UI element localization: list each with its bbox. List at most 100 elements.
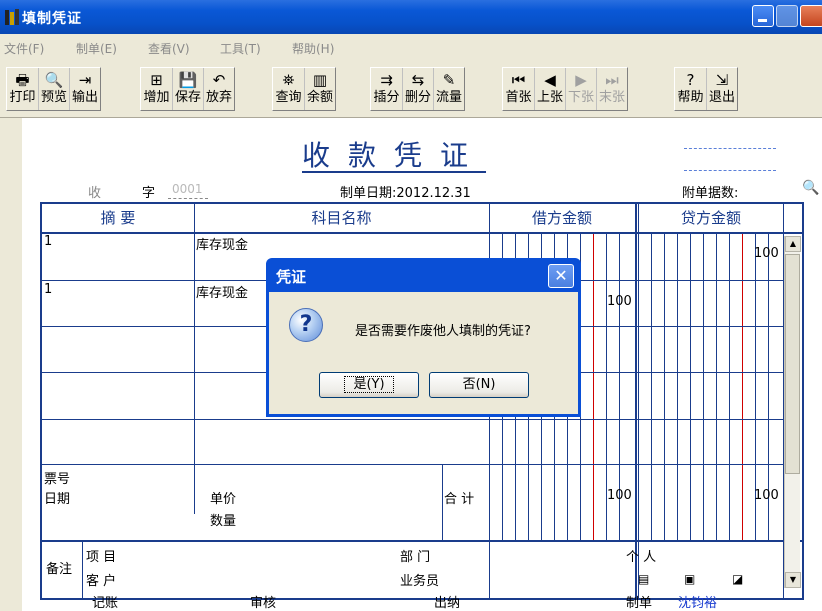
toolbar-button-label: 上张 xyxy=(536,90,563,105)
header-credit: 贷方金额 xyxy=(680,209,741,227)
toolbar-button-label: 增加 xyxy=(143,90,170,105)
close-button[interactable] xyxy=(800,5,822,27)
help-icon: ? xyxy=(686,71,695,89)
toolbar-button-label: 输出 xyxy=(71,90,98,105)
toolbar-button-label: 插分 xyxy=(373,90,400,105)
row1-account[interactable]: 库存现金 xyxy=(196,234,248,253)
toolbar-button[interactable]: ↶ 放弃 xyxy=(203,68,234,110)
toolbar-button[interactable]: ⏮ 首张 xyxy=(503,68,534,110)
title-bar: 填制凭证 xyxy=(0,0,822,34)
cashier-label: 出纳 xyxy=(434,596,461,611)
minimize-button[interactable] xyxy=(752,5,774,27)
header-account: 科目名称 xyxy=(311,209,372,227)
date-field-label: 日期 xyxy=(44,492,71,507)
toolbar-button-label: 流量 xyxy=(435,90,462,105)
confirm-dialog: 凭证 ✕ ? 是否需要作废他人填制的凭证? 是(Y) 否(N) xyxy=(266,258,581,417)
voucher-date[interactable]: 制单日期:2012.12.31 xyxy=(340,182,471,201)
toolbar-button[interactable]: ⛯ 查询 xyxy=(273,68,304,110)
search-icon[interactable]: 🔍 xyxy=(802,180,819,196)
voucher-type-prefix[interactable]: 收 xyxy=(88,182,101,201)
department-label: 部 门 xyxy=(400,550,431,565)
menu-view[interactable]: 查看(V) xyxy=(148,40,190,57)
toolbar-button[interactable]: ✎ 流量 xyxy=(433,68,464,110)
no-button[interactable]: 否(N) xyxy=(429,372,529,398)
scroll-thumb[interactable] xyxy=(785,254,800,474)
dashed-line xyxy=(684,170,776,171)
question-icon: ? xyxy=(289,308,323,342)
pen-icon[interactable]: ◪ xyxy=(732,572,743,586)
printer-icon: 🖶 xyxy=(15,71,30,89)
preparer-name: 沈钧裕 xyxy=(678,596,718,611)
add-icon: ⊞ xyxy=(150,71,163,89)
toolbar: 🖶 打印 🔍 预览 ⇥ 输出 ⊞ 增加 💾 保存 ↶ 放弃 ⛯ 查询 ▥ 余额 ⇉ 插分 ⇆ 删分 ✎ 流量 ⏮ 首张 ◀ 上张 ▶… xyxy=(0,60,822,118)
toolbar-button-label: 首张 xyxy=(505,90,532,105)
delete-row-icon: ⇆ xyxy=(411,71,425,89)
toolbar-button[interactable]: 🔍 预览 xyxy=(38,68,69,110)
prev-icon: ◀ xyxy=(544,71,556,89)
vertical-scrollbar[interactable]: ▲ ▼ xyxy=(784,236,801,588)
customer-label: 客 户 xyxy=(86,574,117,589)
toolbar-button[interactable]: ▶ 下张 xyxy=(565,68,596,110)
maximize-button[interactable] xyxy=(776,5,798,27)
total-credit: 100 xyxy=(754,488,779,503)
dialog-close-button[interactable]: ✕ xyxy=(548,264,574,288)
toolbar-button-label: 打印 xyxy=(9,90,36,105)
chart-icon: ▥ xyxy=(312,71,328,89)
row2-debit[interactable]: 100 xyxy=(607,294,632,309)
toolbar-button[interactable]: ⊞ 增加 xyxy=(141,68,172,110)
preparer-label: 制单 xyxy=(626,596,653,611)
app-icon xyxy=(5,9,19,25)
toolbar-button[interactable]: ⇉ 插分 xyxy=(371,68,402,110)
undo-icon: ↶ xyxy=(212,71,226,89)
toolbar-button[interactable]: ⏭ 末张 xyxy=(596,68,627,110)
toolbar-button[interactable]: 💾 保存 xyxy=(172,68,203,110)
toolbar-button-label: 帮助 xyxy=(677,90,704,105)
last-icon: ⏭ xyxy=(605,71,619,89)
toolbar-button[interactable]: ⇥ 输出 xyxy=(69,68,100,110)
row1-summary[interactable]: 1 xyxy=(44,234,52,249)
row2-account[interactable]: 库存现金 xyxy=(196,282,248,301)
toolbar-group: ⏮ 首张 ◀ 上张 ▶ 下张 ⏭ 末张 xyxy=(502,67,628,111)
review-label: 审核 xyxy=(250,596,277,611)
bookkeeping-label: 记账 xyxy=(92,596,119,611)
toolbar-button-label: 末张 xyxy=(598,90,625,105)
attachments-label[interactable]: 附单据数: xyxy=(682,182,738,201)
id-card-icon[interactable]: ▣ xyxy=(684,572,695,586)
toolbar-button-label: 保存 xyxy=(174,90,201,105)
toolbar-button[interactable]: ◀ 上张 xyxy=(534,68,565,110)
dialog-message: 是否需要作废他人填制的凭证? xyxy=(355,324,531,339)
voucher-title: 收款凭证 xyxy=(302,139,487,172)
scroll-up-arrow[interactable]: ▲ xyxy=(785,236,801,252)
menu-help[interactable]: 帮助(H) xyxy=(292,40,334,57)
project-label: 项 目 xyxy=(86,550,117,565)
menu-tools[interactable]: 工具(T) xyxy=(220,40,261,57)
card-icon[interactable]: ▤ xyxy=(638,572,649,586)
toolbar-button[interactable]: ⇲ 退出 xyxy=(706,68,737,110)
dialog-title: 凭证 xyxy=(276,268,307,286)
total-debit: 100 xyxy=(607,488,632,503)
voucher-number[interactable]: 0001 xyxy=(172,182,203,196)
menu-bar: 文件(F) 制单(E) 查看(V) 工具(T) 帮助(H) xyxy=(0,34,822,60)
toolbar-group: 🖶 打印 🔍 预览 ⇥ 输出 xyxy=(6,67,101,111)
unit-price-label: 单价 xyxy=(210,492,237,507)
yes-button[interactable]: 是(Y) xyxy=(319,372,419,398)
toolbar-button[interactable]: 🖶 打印 xyxy=(7,68,38,110)
notes-label: 备注 xyxy=(46,562,73,577)
save-icon: 💾 xyxy=(178,71,198,89)
header-summary: 摘 要 xyxy=(100,209,136,227)
left-gutter xyxy=(0,118,22,611)
toolbar-button[interactable]: ⇆ 删分 xyxy=(402,68,433,110)
scroll-down-arrow[interactable]: ▼ xyxy=(785,572,801,588)
menu-file[interactable]: 文件(F) xyxy=(4,40,44,57)
person-label: 个 人 xyxy=(626,550,657,565)
yes-button-label: 是(Y) xyxy=(344,376,394,393)
menu-voucher[interactable]: 制单(E) xyxy=(76,40,117,57)
row2-summary[interactable]: 1 xyxy=(44,282,52,297)
toolbar-group: ? 帮助 ⇲ 退出 xyxy=(674,67,738,111)
toolbar-button[interactable]: ? 帮助 xyxy=(675,68,706,110)
toolbar-button-label: 预览 xyxy=(40,90,67,105)
next-icon: ▶ xyxy=(575,71,587,89)
toolbar-button[interactable]: ▥ 余额 xyxy=(304,68,335,110)
row1-credit[interactable]: 100 xyxy=(754,246,779,261)
toolbar-button-label: 余额 xyxy=(306,90,333,105)
